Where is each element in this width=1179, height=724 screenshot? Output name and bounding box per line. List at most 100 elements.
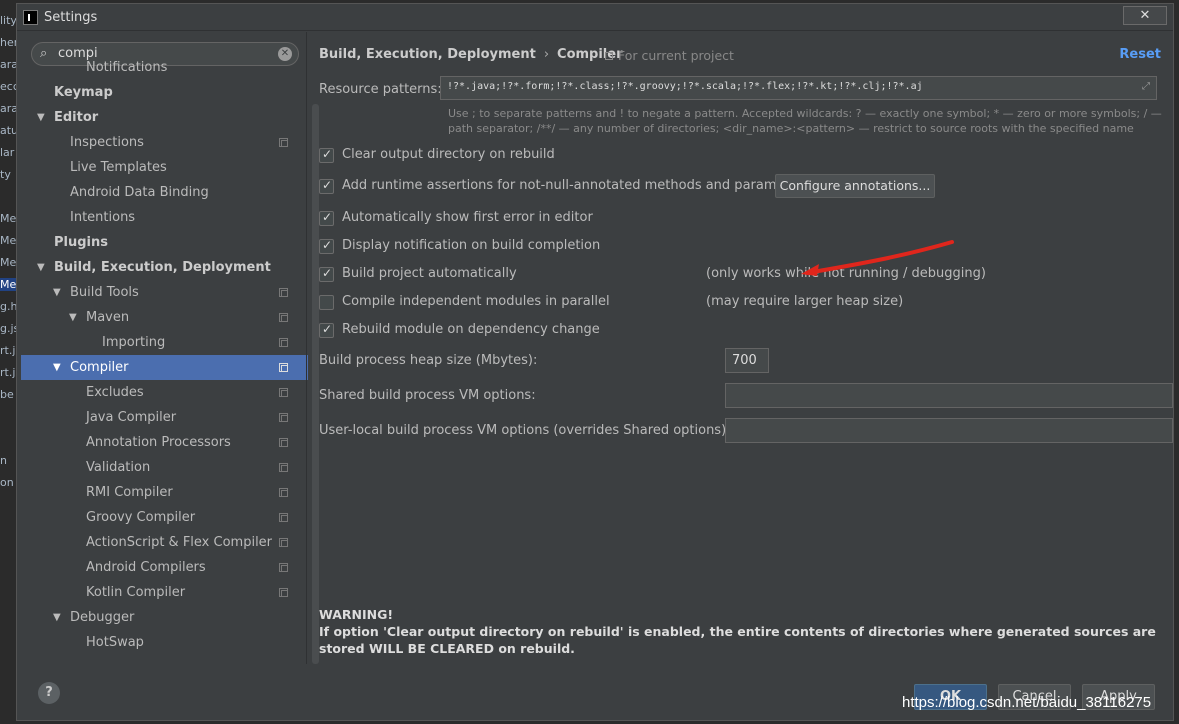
tree-item-label: HotSwap: [86, 635, 144, 650]
watermark: https://blog.csdn.net/baidu_38116275: [902, 694, 1152, 711]
expand-arrow-icon[interactable]: ▼: [37, 105, 45, 130]
background-text-fragment: ty: [0, 168, 11, 181]
project-scope-icon: [279, 338, 288, 347]
tree-item[interactable]: ActionScript & Flex Compiler: [21, 530, 308, 555]
tree-item[interactable]: Android Compilers: [21, 555, 308, 580]
tree-item[interactable]: ▼ Editor: [21, 105, 308, 130]
project-scope-icon: [279, 438, 288, 447]
background-text-fragment: Mer: [0, 256, 16, 269]
option-label[interactable]: Automatically show first error in editor: [342, 210, 593, 225]
configure-annotations-button[interactable]: Configure annotations...: [775, 174, 935, 198]
shared-vm-options-label: Shared build process VM options:: [319, 388, 536, 403]
close-button[interactable]: ✕: [1123, 6, 1167, 25]
tree-item[interactable]: Excludes: [21, 380, 308, 405]
tree-item[interactable]: ▼ Build Tools: [21, 280, 308, 305]
tree-item-label: Java Compiler: [86, 410, 177, 425]
intellij-app-icon: [23, 10, 38, 25]
background-text-fragment: ara: [0, 58, 16, 71]
tree-item[interactable]: Keymap: [21, 80, 308, 105]
expand-arrow-icon[interactable]: ▼: [37, 255, 45, 280]
option-label[interactable]: Build project automatically: [342, 266, 517, 281]
tree-item-label: Maven: [86, 310, 130, 325]
tree-item-label: Editor: [54, 110, 99, 125]
project-scope-icon: [279, 513, 288, 522]
tree-item-label: Plugins: [54, 235, 108, 250]
heap-size-input[interactable]: 700: [725, 348, 769, 373]
shared-vm-options-input[interactable]: [725, 383, 1173, 408]
project-scope-icon: [279, 313, 288, 322]
tree-item[interactable]: Java Compiler: [21, 405, 308, 430]
tree-item-label: ActionScript & Flex Compiler: [86, 535, 273, 550]
tree-item[interactable]: ▼ Compiler: [21, 355, 308, 380]
background-text-fragment: rt.j: [0, 366, 16, 379]
expand-arrow-icon[interactable]: ▼: [53, 355, 61, 380]
resource-patterns-label: Resource patterns:: [319, 82, 442, 97]
tree-item[interactable]: Android Data Binding: [21, 180, 308, 205]
background-text-fragment: lity: [0, 14, 16, 27]
expand-arrow-icon[interactable]: ▼: [53, 280, 61, 305]
tree-item[interactable]: Intentions: [21, 205, 308, 230]
tree-item[interactable]: ▼ Debugger: [21, 605, 308, 630]
tree-item[interactable]: Notifications: [21, 55, 308, 80]
checkbox-checked[interactable]: [319, 178, 334, 194]
project-scope-icon: [279, 588, 288, 597]
tree-item-label: Build, Execution, Deployment: [54, 260, 271, 275]
tree-item[interactable]: Kotlin Compiler: [21, 580, 308, 605]
tree-item[interactable]: RMI Compiler: [21, 480, 308, 505]
background-text-fragment: ara: [0, 102, 16, 115]
settings-tree-panel: ⌕ compi ✕ Notifications Keymap ▼ Editor Insp…: [21, 37, 308, 665]
option-label[interactable]: Rebuild module on dependency change: [342, 322, 600, 337]
option-label[interactable]: Display notification on build completion: [342, 238, 600, 253]
tree-item[interactable]: Importing: [21, 330, 308, 355]
checkbox-unchecked[interactable]: [319, 295, 334, 310]
title-bar: Settings ✕: [17, 4, 1173, 31]
checkbox-checked[interactable]: [319, 322, 334, 338]
tree-item[interactable]: HotSwap: [21, 630, 308, 655]
reset-link[interactable]: Reset: [1119, 47, 1161, 62]
option-label[interactable]: Clear output directory on rebuild: [342, 147, 555, 162]
tree-item[interactable]: Inspections: [21, 130, 308, 155]
resource-patterns-input[interactable]: !?*.java;!?*.form;!?*.class;!?*.groovy;!…: [440, 76, 1157, 100]
window-title: Settings: [44, 10, 98, 25]
help-icon[interactable]: ?: [38, 682, 60, 704]
checkbox-checked[interactable]: [319, 210, 334, 226]
tree-item-label: Validation: [86, 460, 151, 475]
background-text-fragment: Mer: [0, 212, 16, 225]
checkbox-checked[interactable]: [319, 238, 334, 254]
warning-title: WARNING!: [319, 607, 394, 622]
tree-item-label: Inspections: [70, 135, 144, 150]
project-scope-icon: [605, 52, 613, 60]
tree-item-label: Importing: [102, 335, 166, 350]
option-label[interactable]: Compile independent modules in parallel: [342, 294, 610, 309]
tree-item-label: Compiler: [70, 360, 129, 375]
tree-item[interactable]: ▼ Maven: [21, 305, 308, 330]
tree-item[interactable]: ▼ Build, Execution, Deployment: [21, 255, 308, 280]
tree-item[interactable]: Validation: [21, 455, 308, 480]
option-label[interactable]: Add runtime assertions for not-null-anno…: [342, 178, 810, 193]
tree-item[interactable]: Plugins: [21, 230, 308, 255]
background-text-fragment: atu: [0, 124, 16, 137]
checkbox-checked[interactable]: [319, 266, 334, 282]
background-text-fragment: her: [0, 36, 16, 49]
scope-label: For current project: [618, 48, 734, 63]
user-vm-options-input[interactable]: [725, 418, 1173, 443]
tree-item-label: Debugger: [70, 610, 135, 625]
tree-item-label: Android Compilers: [86, 560, 206, 575]
expand-arrow-icon[interactable]: ▼: [69, 305, 77, 330]
background-text-fragment: Mer: [0, 278, 16, 291]
checkbox-checked[interactable]: [319, 147, 334, 163]
breadcrumb-separator: ›: [543, 47, 550, 62]
tree-item[interactable]: Groovy Compiler: [21, 505, 308, 530]
tree-item-label: Annotation Processors: [86, 435, 231, 450]
compiler-settings-panel: Build, Execution, Deployment › Compiler Fo…: [317, 32, 1173, 664]
tree-item[interactable]: Annotation Processors: [21, 430, 308, 455]
background-text-fragment: rt.j: [0, 344, 16, 357]
project-scope-icon: [279, 138, 288, 147]
background-editor-strip: lity her ara ecc ara atu lar ty Mer Mer Mer Mer g.h g…: [0, 0, 16, 724]
warning-text: If option 'Clear output directory on reb…: [319, 624, 1156, 656]
expand-arrow-icon[interactable]: ▼: [53, 605, 61, 630]
panel-splitter[interactable]: [306, 32, 307, 664]
tree-item[interactable]: Live Templates: [21, 155, 308, 180]
tree-item-label: Notifications: [86, 60, 168, 75]
expand-icon[interactable]: ⤢: [1142, 81, 1150, 92]
